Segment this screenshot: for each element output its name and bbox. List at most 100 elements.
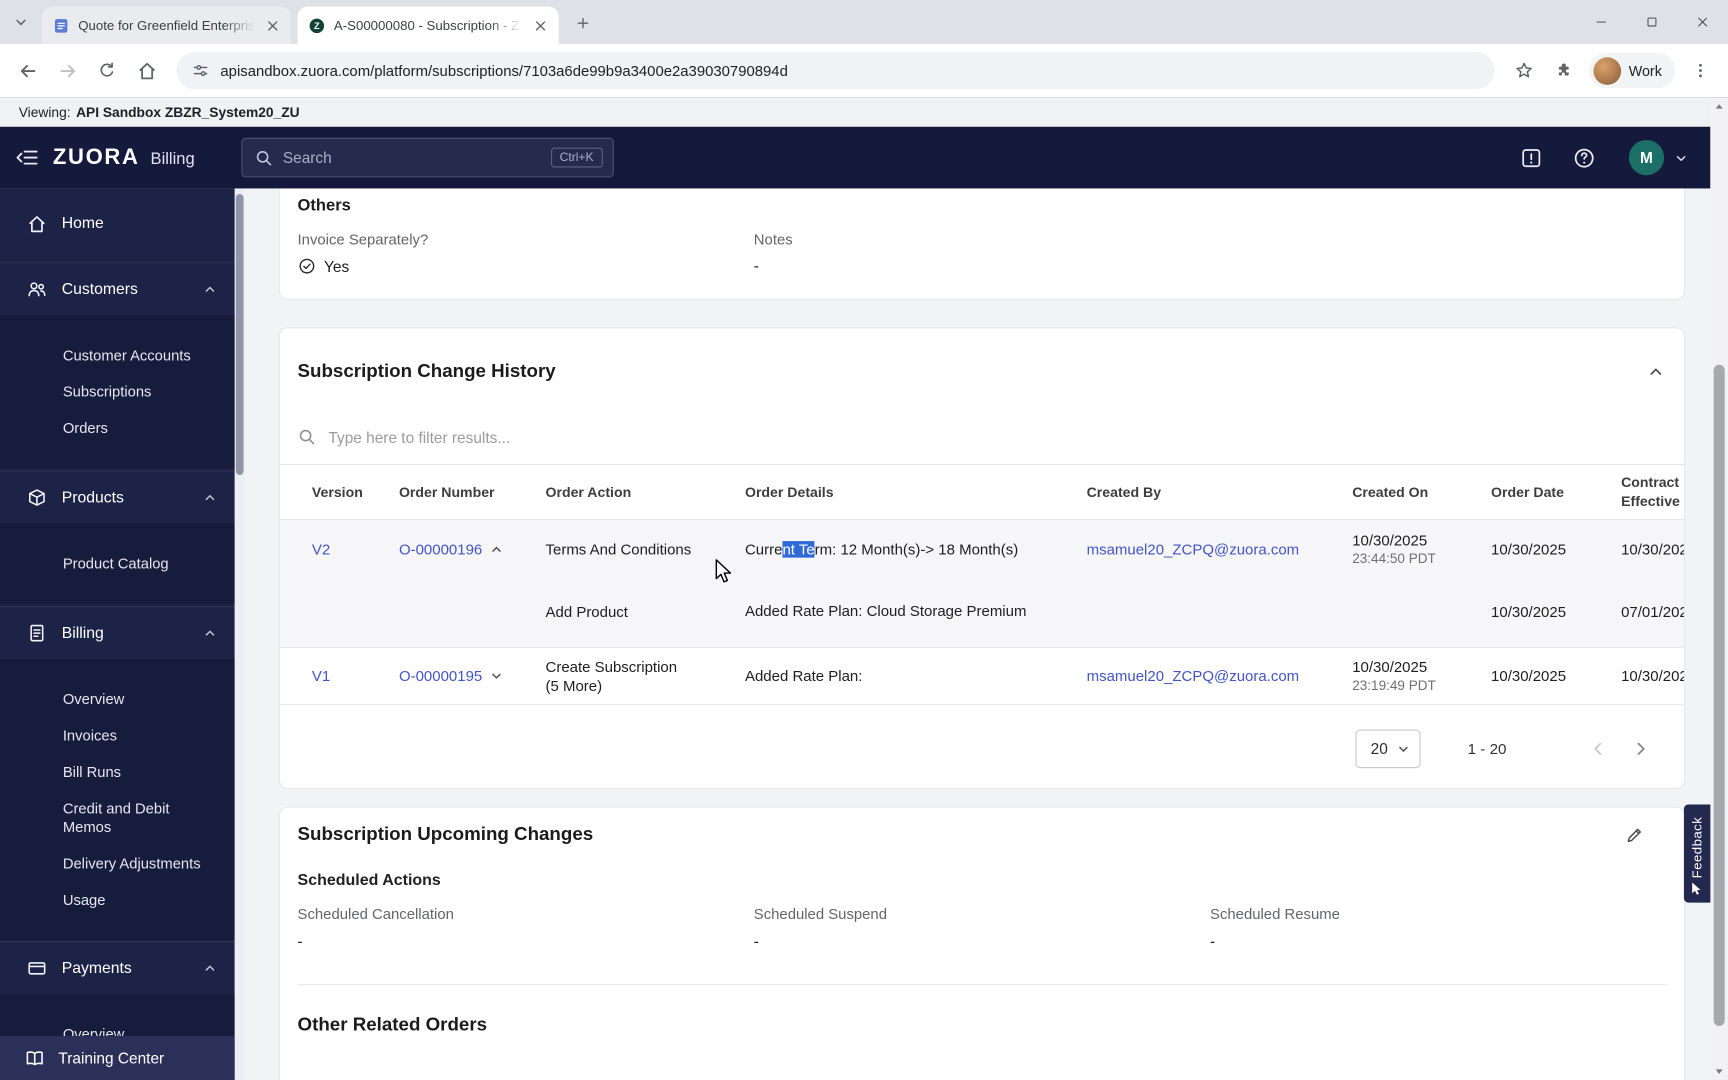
global-search[interactable]: Ctrl+K	[240, 137, 614, 178]
back-button[interactable]	[9, 52, 46, 89]
col-version: Version	[311, 483, 363, 501]
sidebar-item-product-catalog[interactable]: Product Catalog	[0, 546, 235, 582]
tab-close-icon[interactable]	[263, 16, 282, 35]
browser-menu-icon[interactable]	[1682, 52, 1719, 89]
environment-banner: Viewing: API Sandbox ZBZR_System20_ZU	[0, 98, 1711, 127]
new-tab-button[interactable]	[568, 8, 599, 39]
sidebar-item-billing-overview[interactable]: Overview	[0, 681, 235, 717]
scheduled-cancellation-label: Scheduled Cancellation	[297, 905, 454, 923]
col-created-on: Created On	[1352, 483, 1429, 501]
webpage: Viewing: API Sandbox ZBZR_System20_ZU ZU…	[0, 96, 1728, 1080]
col-order-action: Order Action	[545, 483, 632, 501]
sidebar-scrollbar-thumb[interactable]	[235, 193, 244, 475]
col-order-number: Order Number	[398, 483, 495, 501]
training-center-button[interactable]: Training Center	[0, 1035, 235, 1080]
collapse-row-icon[interactable]	[490, 543, 502, 555]
table-row: V2 O-00000196 Terms And Conditions Curre…	[279, 520, 1686, 648]
browser-home-button[interactable]	[128, 52, 165, 89]
forward-button[interactable]	[48, 52, 85, 89]
notes-value: -	[753, 256, 759, 275]
sidebar-item-home[interactable]: Home	[0, 197, 235, 250]
contract-effective-date: 07/01/202	[1621, 603, 1686, 621]
browser-profile-button[interactable]: Work	[1589, 52, 1676, 89]
sidebar-item-products[interactable]: Products	[0, 470, 235, 524]
order-number-link[interactable]: O-00000196	[399, 541, 482, 558]
scheduled-resume-label: Scheduled Resume	[1210, 905, 1340, 923]
created-by-link[interactable]: msamuel20_ZCPQ@zuora.com	[1087, 668, 1353, 685]
search-input[interactable]	[282, 148, 541, 167]
sidebar-item-delivery-adjustments[interactable]: Delivery Adjustments	[0, 845, 235, 881]
extensions-icon[interactable]	[1545, 52, 1582, 89]
sidebar-item-billing[interactable]: Billing	[0, 606, 235, 659]
sidebar-item-orders[interactable]: Orders	[0, 410, 235, 446]
version-link[interactable]: V2	[312, 541, 399, 558]
sidebar-item-invoices[interactable]: Invoices	[0, 717, 235, 753]
pagination: 20 1 - 20	[280, 705, 1684, 788]
payments-icon	[26, 958, 47, 979]
sidebar-item-subscriptions[interactable]: Subscriptions	[0, 374, 235, 410]
window-minimize-button[interactable]	[1576, 0, 1627, 44]
order-date: 10/30/2025	[1491, 667, 1567, 685]
created-on: 10/30/2025 23:19:49 PDT	[1352, 659, 1436, 694]
bookmark-star-icon[interactable]	[1505, 52, 1542, 89]
url-bar[interactable]: apisandbox.zuora.com/platform/subscripti…	[176, 51, 1495, 90]
home-icon	[26, 213, 47, 234]
sidebar-item-payments[interactable]: Payments	[0, 941, 235, 994]
quote-tab-favicon	[53, 17, 70, 34]
scrollbar-down-icon[interactable]	[1710, 1062, 1728, 1080]
training-center-icon	[24, 1047, 45, 1068]
whats-new-icon[interactable]	[1514, 141, 1547, 174]
sidebar-item-customers[interactable]: Customers	[0, 262, 235, 315]
feedback-button[interactable]: Feedback	[1683, 804, 1711, 903]
others-section: Others Invoice Separately? Yes Notes -	[278, 188, 1686, 300]
pagination-next-icon[interactable]	[1627, 735, 1653, 761]
window-maximize-button[interactable]	[1627, 0, 1678, 44]
expand-row-icon[interactable]	[490, 670, 502, 682]
pagination-range: 1 - 20	[1467, 740, 1507, 757]
upcoming-changes-title: Subscription Upcoming Changes	[297, 823, 594, 845]
profile-avatar	[1593, 56, 1621, 85]
tab-list-chevron-icon[interactable]	[7, 8, 36, 37]
collapse-section-icon[interactable]	[1648, 364, 1665, 381]
tab-close-icon[interactable]	[531, 16, 550, 35]
chevron-up-icon	[203, 626, 217, 640]
version-link[interactable]: V1	[312, 668, 399, 685]
filter-input[interactable]	[328, 428, 1684, 446]
screen: Quote for Greenfield Enterpris Z A-S0000…	[0, 0, 1728, 1080]
app-header: ZUORA Billing Ctrl+K M	[0, 126, 1711, 189]
table-row: V1 O-00000195 Create Subscription (5 Mor…	[279, 648, 1684, 706]
sidebar-item-credit-debit-memos[interactable]: Credit and Debit Memos	[0, 790, 235, 845]
zuora-logo[interactable]: ZUORA Billing	[53, 145, 195, 170]
scrollbar-up-icon[interactable]	[1710, 98, 1728, 116]
edit-pencil-icon[interactable]	[1624, 825, 1644, 845]
order-date: 10/30/2025	[1491, 540, 1567, 558]
page-size-select[interactable]: 20	[1355, 728, 1421, 768]
filter-search-icon	[298, 428, 317, 447]
user-avatar[interactable]: M	[1628, 139, 1665, 176]
sidebar-item-bill-runs[interactable]: Bill Runs	[0, 754, 235, 790]
order-date: 10/30/2025	[1491, 603, 1567, 621]
pagination-prev-icon[interactable]	[1585, 735, 1611, 761]
profile-name: Work	[1628, 62, 1662, 79]
search-shortcut-badge: Ctrl+K	[550, 147, 603, 168]
page-scrollbar-thumb[interactable]	[1713, 364, 1725, 1026]
window-close-button[interactable]	[1677, 0, 1728, 44]
chevron-up-icon	[203, 961, 217, 975]
contract-effective-date: 10/30/202	[1621, 540, 1686, 558]
sidebar-item-customer-accounts[interactable]: Customer Accounts	[0, 337, 235, 373]
invoice-separately-label: Invoice Separately?	[297, 231, 429, 248]
order-number-link[interactable]: O-00000195	[399, 668, 482, 685]
help-icon[interactable]	[1567, 141, 1600, 174]
main-content: Others Invoice Separately? Yes Notes - S…	[244, 188, 1711, 1080]
sidebar-collapse-icon[interactable]	[11, 141, 44, 174]
col-order-details: Order Details	[744, 483, 834, 501]
svg-text:Z: Z	[314, 21, 320, 31]
created-by-link[interactable]: msamuel20_ZCPQ@zuora.com	[1087, 541, 1353, 558]
browser-tab-subscription[interactable]: Z A-S00000080 - Subscription - Z	[297, 6, 559, 45]
sidebar-item-usage[interactable]: Usage	[0, 882, 235, 918]
site-info-icon[interactable]	[192, 62, 210, 80]
url-text[interactable]: apisandbox.zuora.com/platform/subscripti…	[220, 62, 787, 79]
browser-tab-quote[interactable]: Quote for Greenfield Enterpris	[41, 6, 291, 45]
reload-button[interactable]	[88, 52, 125, 89]
avatar-chevron-icon[interactable]	[1674, 150, 1688, 164]
